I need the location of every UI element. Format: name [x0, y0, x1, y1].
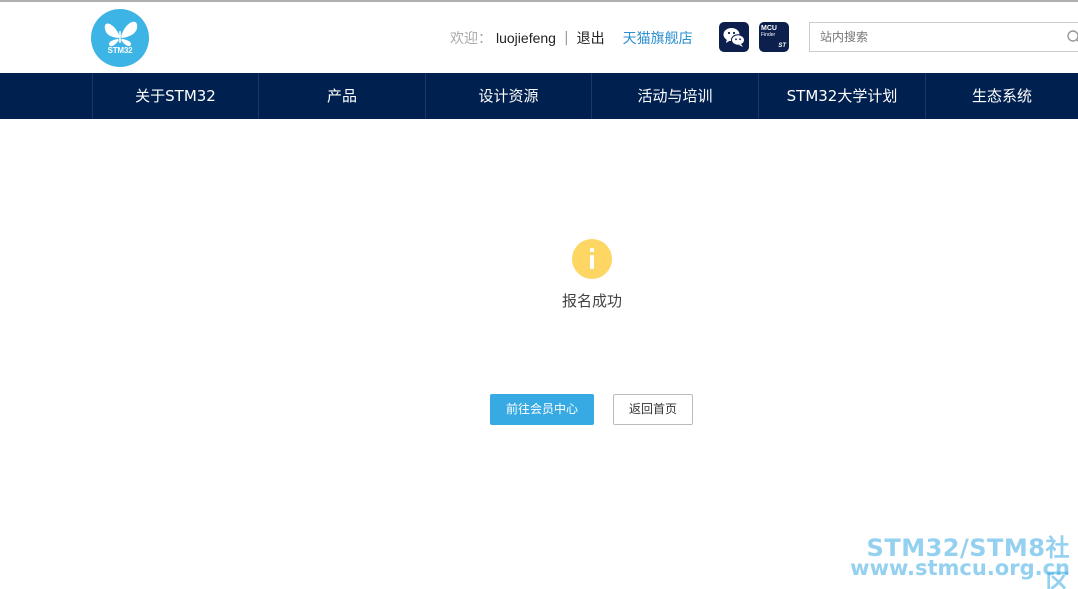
nav-item-events-training[interactable]: 活动与培训 — [591, 73, 758, 119]
welcome-label: 欢迎： — [450, 31, 492, 47]
nav-item-university-program[interactable]: STM32大学计划 — [758, 73, 925, 119]
username-link[interactable]: luojiefeng — [496, 30, 556, 46]
main-nav: 关于STM32 产品 设计资源 活动与培训 STM32大学计划 生态系统 — [0, 73, 1078, 119]
back-home-button[interactable]: 返回首页 — [613, 394, 693, 425]
nav-item-design-resources[interactable]: 设计资源 — [425, 73, 591, 119]
tmall-store-link[interactable]: 天猫旗舰店 — [623, 28, 693, 48]
logo-text: STM32 — [107, 46, 133, 55]
mcu-badge-line2: Finder — [761, 32, 776, 38]
nav-item-about-stm32[interactable]: 关于STM32 — [92, 73, 258, 119]
separator: | — [563, 30, 569, 46]
go-member-center-button[interactable]: 前往会员中心 — [490, 394, 594, 425]
mcu-finder-button[interactable]: MCU Finder ST — [759, 22, 789, 52]
butterfly-logo-icon — [104, 21, 138, 47]
search-icon[interactable] — [1066, 29, 1078, 45]
wechat-icon — [723, 28, 745, 47]
logout-link[interactable]: 退出 — [577, 28, 605, 48]
user-bar: 欢迎： luojiefeng | 退出 天猫旗舰店 — [450, 28, 693, 48]
nav-item-ecosystem[interactable]: 生态系统 — [925, 73, 1078, 119]
wechat-button[interactable] — [719, 22, 749, 52]
search-input[interactable] — [810, 23, 1060, 51]
top-border-line — [0, 0, 1078, 2]
stm32-logo[interactable]: STM32 — [91, 9, 149, 67]
watermark-url: www.stmcu.org.cn — [850, 556, 1070, 580]
search-box — [809, 22, 1078, 52]
st-mark: ST — [778, 43, 786, 49]
mcu-badge-line1: MCU — [761, 25, 777, 32]
success-message: 报名成功 — [561, 292, 622, 310]
info-icon — [572, 239, 612, 279]
nav-item-products[interactable]: 产品 — [258, 73, 425, 119]
